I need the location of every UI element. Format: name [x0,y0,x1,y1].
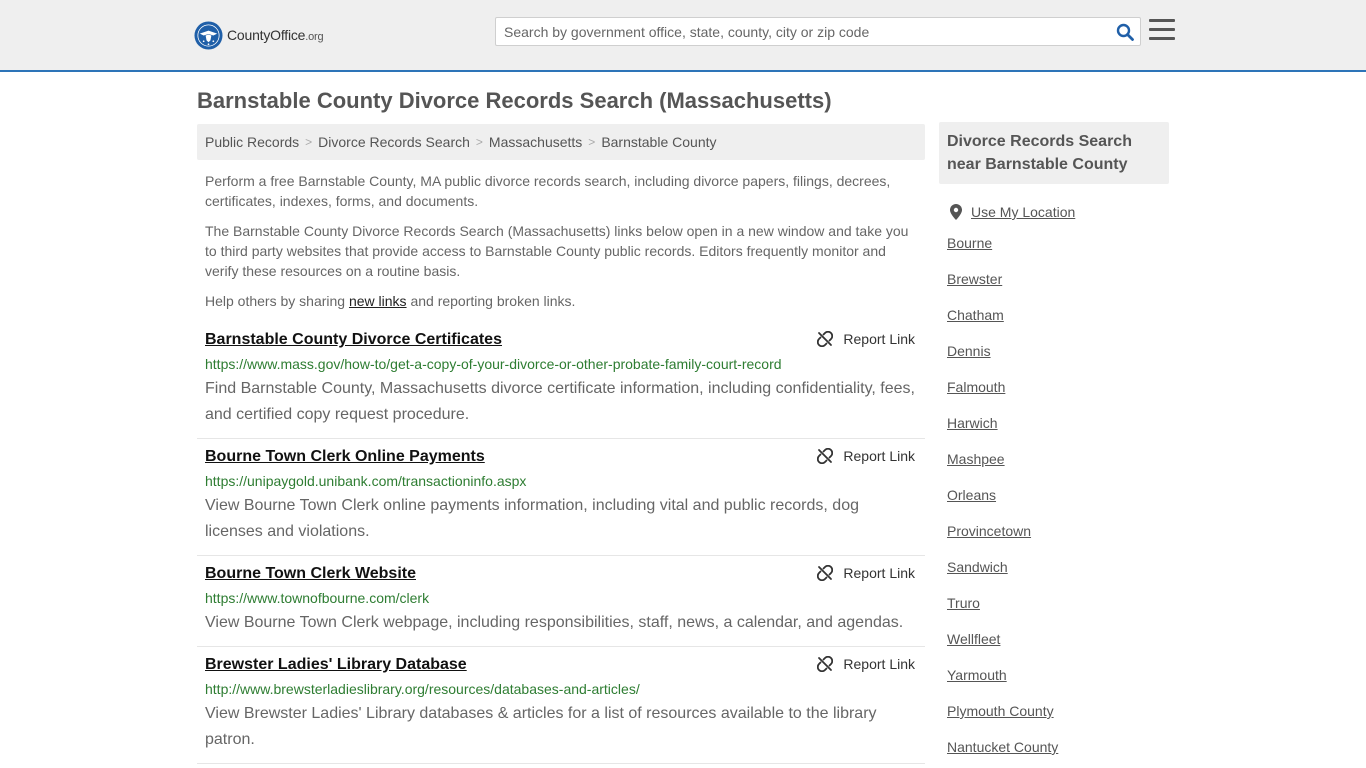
menu-button[interactable] [1149,19,1175,43]
result-item: Brewster Ladies' Library Database Report… [197,647,925,764]
sidebar-item: Plymouth County [947,693,1169,729]
results-list: Barnstable County Divorce Certificates R… [197,322,925,764]
sidebar-item: Dennis [947,333,1169,369]
sidebar-item: Harwich [947,405,1169,441]
main-content: Public Records > Divorce Records Search … [197,124,925,764]
intro-paragraph: Perform a free Barnstable County, MA pub… [205,173,891,209]
report-link-button[interactable]: Report Link [817,448,915,464]
sidebar-item-yarmouth[interactable]: Yarmouth [947,667,1007,683]
sidebar-item-wellfleet[interactable]: Wellfleet [947,631,1000,647]
logo-org: .org [305,31,324,43]
result-item: Bourne Town Clerk Online Payments Report… [197,439,925,556]
sidebar-item: Falmouth [947,369,1169,405]
result-title-link[interactable]: Bourne Town Clerk Website [205,565,416,583]
breadcrumb-county[interactable]: Barnstable County [601,134,716,150]
sidebar-title: Divorce Records Search near Barnstable C… [939,122,1169,184]
sidebar-item: Truro [947,585,1169,621]
intro-paragraph: The Barnstable County Divorce Records Se… [205,223,909,279]
result-description: Find Barnstable County, Massachusetts di… [205,380,915,423]
sidebar-list: Use My Location Bourne Brewster Chatham … [939,199,1169,765]
result-url: https://www.townofbourne.com/clerk [205,590,430,606]
sidebar: Divorce Records Search near Barnstable C… [939,122,1169,765]
sidebar-item: Yarmouth [947,657,1169,693]
broken-link-icon [817,565,834,581]
sidebar-item: Mashpee [947,441,1169,477]
breadcrumb-state[interactable]: Massachusetts [489,134,582,150]
share-text-before: Help others by sharing [205,293,349,309]
sidebar-item: Brewster [947,261,1169,297]
breadcrumb-public-records[interactable]: Public Records [205,134,299,150]
result-url: https://www.mass.gov/how-to/get-a-copy-o… [205,356,782,372]
sidebar-item: Wellfleet [947,621,1169,657]
result-description: View Bourne Town Clerk webpage, includin… [205,614,904,631]
page-title: Barnstable County Divorce Records Search… [197,88,832,113]
sidebar-item-provincetown[interactable]: Provincetown [947,523,1031,539]
sidebar-item-harwich[interactable]: Harwich [947,415,998,431]
result-item: Barnstable County Divorce Certificates R… [197,322,925,439]
sidebar-item-plymouth-county[interactable]: Plymouth County [947,703,1054,719]
report-link-label: Report Link [843,448,915,464]
result-title-link[interactable]: Bourne Town Clerk Online Payments [205,448,485,466]
result-description: View Bourne Town Clerk online payments i… [205,497,859,540]
site-logo[interactable]: CountyOffice.org [194,20,324,50]
sidebar-item: Sandwich [947,549,1169,585]
search-icon [1116,23,1134,41]
hamburger-icon-bar [1149,37,1175,40]
share-text-after: and reporting broken links. [406,293,576,309]
sidebar-item-bourne[interactable]: Bourne [947,235,992,251]
logo-text: CountyOffice.org [227,27,324,43]
sidebar-item-brewster[interactable]: Brewster [947,271,1002,287]
sidebar-item: Orleans [947,477,1169,513]
sidebar-item-chatham[interactable]: Chatham [947,307,1004,323]
breadcrumb-separator-icon: > [588,135,596,149]
broken-link-icon [817,448,834,464]
report-link-button[interactable]: Report Link [817,331,915,347]
sidebar-item: Chatham [947,297,1169,333]
result-title-link[interactable]: Barnstable County Divorce Certificates [205,331,502,349]
intro-text: Perform a free Barnstable County, MA pub… [197,171,925,311]
broken-link-icon [817,331,834,347]
sidebar-item-falmouth[interactable]: Falmouth [947,379,1005,395]
logo-name: CountyOffice [227,27,306,43]
hamburger-icon-bar [1149,19,1175,22]
search-input[interactable] [496,18,1110,45]
breadcrumb-separator-icon: > [475,135,483,149]
map-pin-icon [950,204,962,220]
report-link-button[interactable]: Report Link [817,565,915,581]
sidebar-item: Provincetown [947,513,1169,549]
hamburger-icon-bar [1149,28,1175,31]
result-title-link[interactable]: Brewster Ladies' Library Database [205,656,467,674]
search-button[interactable] [1110,18,1140,45]
result-url: https://unipaygold.unibank.com/transacti… [205,473,527,489]
sidebar-item: Bourne [947,225,1169,261]
logo-seal-icon [194,20,223,50]
result-item: Bourne Town Clerk Website Report Link ht… [197,556,925,647]
sidebar-item-truro[interactable]: Truro [947,595,980,611]
share-paragraph: Help others by sharing new links and rep… [205,291,917,311]
site-header: CountyOffice.org [0,0,1366,72]
use-my-location-link[interactable]: Use My Location [971,204,1075,220]
search-box [495,17,1141,46]
result-description: View Brewster Ladies' Library databases … [205,705,877,748]
report-link-label: Report Link [843,331,915,347]
breadcrumb: Public Records > Divorce Records Search … [197,124,925,160]
sidebar-item-sandwich[interactable]: Sandwich [947,559,1008,575]
sidebar-item-orleans[interactable]: Orleans [947,487,996,503]
result-url: http://www.brewsterladieslibrary.org/res… [205,681,640,697]
breadcrumb-separator-icon: > [305,135,313,149]
sidebar-item-nantucket-county[interactable]: Nantucket County [947,739,1058,755]
breadcrumb-divorce-records[interactable]: Divorce Records Search [318,134,470,150]
broken-link-icon [817,656,834,672]
new-links-link[interactable]: new links [349,293,407,309]
report-link-label: Report Link [843,565,915,581]
sidebar-item-dennis[interactable]: Dennis [947,343,991,359]
report-link-button[interactable]: Report Link [817,656,915,672]
sidebar-item: Nantucket County [947,729,1169,765]
sidebar-item-mashpee[interactable]: Mashpee [947,451,1005,467]
use-location-row: Use My Location [947,199,1169,225]
report-link-label: Report Link [843,656,915,672]
